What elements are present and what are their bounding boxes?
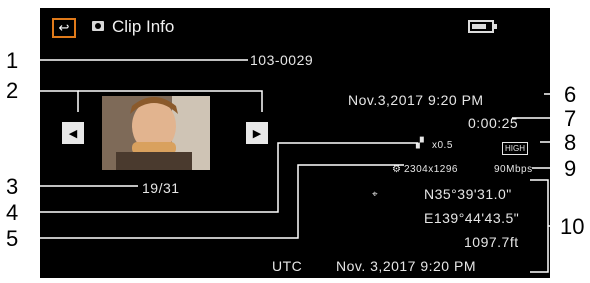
callout-leader-lines <box>32 59 560 273</box>
callout-7: 7 <box>564 106 577 131</box>
callout-3: 3 <box>6 174 19 199</box>
callout-6: 6 <box>564 82 577 107</box>
callout-9: 9 <box>564 156 577 181</box>
callout-2: 2 <box>6 78 19 103</box>
callout-4: 4 <box>6 200 19 225</box>
callout-8: 8 <box>564 130 577 155</box>
callout-10: 10 <box>560 214 585 239</box>
callout-5: 5 <box>6 226 19 251</box>
callout-1: 1 <box>6 48 19 73</box>
